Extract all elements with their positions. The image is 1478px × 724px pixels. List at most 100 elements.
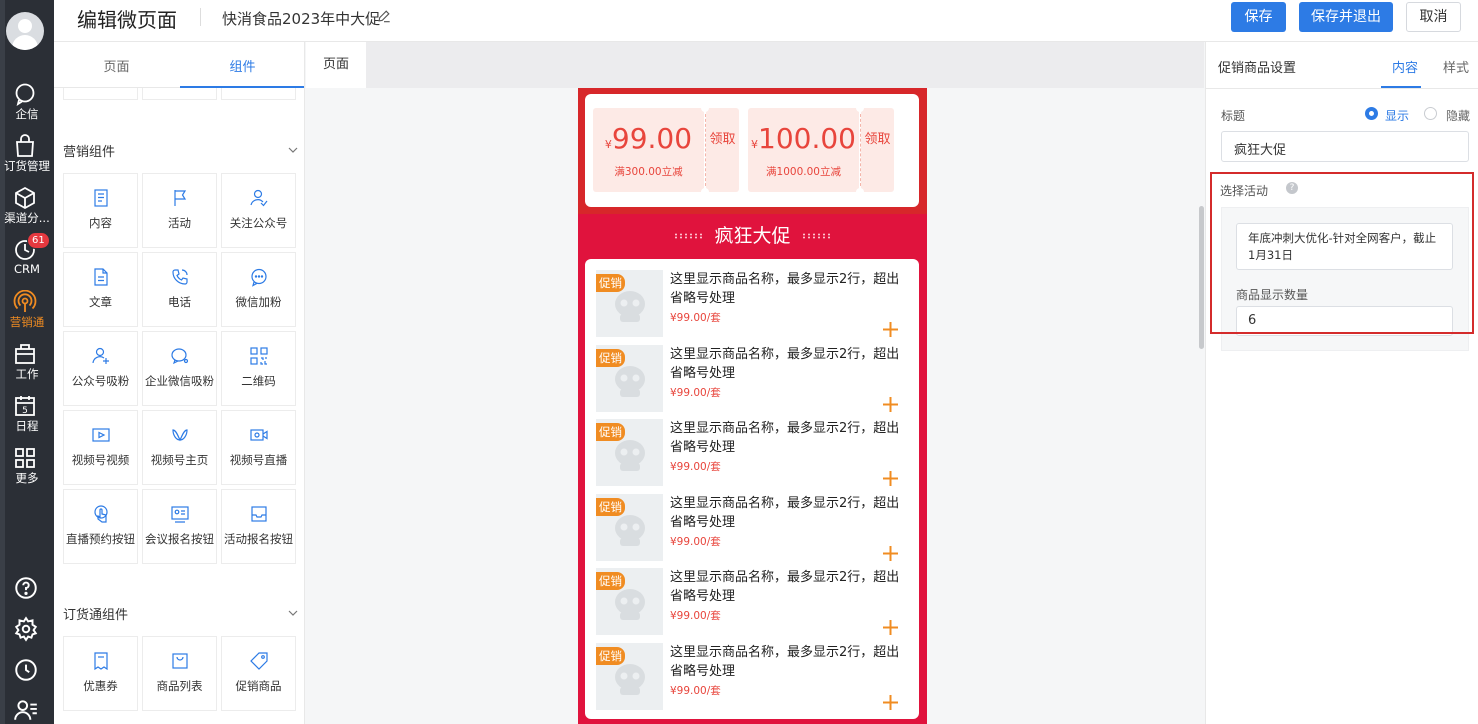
plus-icon[interactable] (882, 694, 899, 711)
chevron-down-icon[interactable] (287, 607, 299, 619)
help-icon[interactable] (13, 575, 39, 601)
promo-badge: 促销 (596, 646, 625, 665)
coupon-card: ¥99.00 满300.00立减 领取 ¥100.00 满1000.00立减 领… (585, 94, 919, 207)
component-sidebar: 页面 组件 营销组件 内容 活动 关注公众号 文章 电话 微信加粉 公众号吸粉 … (54, 42, 305, 724)
coupon-module[interactable]: ¥99.00 满300.00立减 领取 ¥100.00 满1000.00立减 领… (578, 88, 927, 214)
nav-item-more[interactable]: 更多 (0, 442, 54, 490)
broadcast-icon (13, 290, 37, 312)
coupon-condition: 满300.00立减 (614, 166, 683, 178)
nav-item-marketing[interactable]: 营销通 (0, 286, 54, 334)
product-item[interactable]: 促销 这里显示商品名称，最多显示2行，超出省略号处理 ¥99.00/套 (585, 259, 919, 337)
article-icon (94, 268, 108, 286)
panel-title: 促销商品设置 (1218, 61, 1297, 76)
coupon[interactable]: ¥99.00 满300.00立减 领取 (593, 104, 739, 196)
promo-badge: 促销 (596, 348, 625, 367)
tab-style[interactable]: 样式 (1443, 57, 1469, 76)
decor-dots (675, 233, 702, 239)
document-icon (94, 189, 108, 207)
history-icon[interactable] (13, 657, 39, 683)
product-price: ¥99.00/套 (670, 535, 721, 548)
coupon-icon (94, 652, 108, 671)
component-tile[interactable]: 文章 (63, 252, 138, 327)
promo-product-list[interactable]: 促销 这里显示商品名称，最多显示2行，超出省略号处理 ¥99.00/套 促销 这里显示商… (585, 259, 919, 719)
edit-icon[interactable] (377, 9, 391, 23)
tab-components[interactable]: 组件 (180, 56, 304, 75)
tile-stub (142, 88, 217, 100)
coupon-amount: ¥100.00 (751, 122, 856, 155)
contacts-icon[interactable] (13, 697, 39, 723)
canvas-tab-page[interactable]: 页面 (306, 42, 366, 88)
product-item[interactable]: 促销 这里显示商品名称，最多显示2行，超出省略号处理 ¥99.00/套 (585, 557, 919, 635)
coupon[interactable]: ¥100.00 满1000.00立减 领取 (748, 104, 894, 196)
radio-hide[interactable] (1424, 107, 1437, 120)
component-tile[interactable]: 视频号视频 (63, 410, 138, 485)
component-tile[interactable]: 促销商品 (221, 636, 296, 711)
component-tile[interactable]: 微信加粉 (221, 252, 296, 327)
settings-icon[interactable] (13, 616, 39, 642)
promo-badge: 促销 (596, 274, 625, 292)
live-camera-icon (250, 429, 268, 441)
grid-icon (15, 448, 35, 468)
channels-icon (172, 429, 188, 442)
notification-badge: 61 (27, 232, 50, 249)
tile-stub (63, 88, 138, 100)
inbox-icon (251, 506, 267, 522)
calendar-icon: 5 (15, 396, 35, 416)
component-tile[interactable]: 关注公众号 (221, 173, 296, 248)
component-tile[interactable]: 活动报名按钮 (221, 489, 296, 564)
canvas-scrollbar[interactable] (1199, 206, 1204, 349)
nav-item-work[interactable]: 工作 (0, 338, 54, 386)
title-input[interactable]: 疯狂大促 (1221, 131, 1469, 162)
nav-item-qixin[interactable]: 企信 (0, 78, 54, 126)
component-tile[interactable]: 视频号直播 (221, 410, 296, 485)
radio-show-label[interactable]: 显示 (1385, 107, 1409, 124)
top-header: 编辑微页面 快消食品2023年中大促 保存 保存并退出 取消 (54, 0, 1478, 42)
nav-item-channel[interactable]: 渠道分... (0, 182, 54, 230)
save-exit-button[interactable]: 保存并退出 (1299, 2, 1393, 32)
wechat-bubble-icon (251, 268, 267, 287)
radio-show[interactable] (1365, 107, 1378, 120)
cube-icon (15, 186, 35, 210)
product-item[interactable]: 促销 这里显示商品名称，最多显示2行，超出省略号处理 ¥99.00/套 (585, 632, 919, 710)
component-tile[interactable]: 优惠券 (63, 636, 138, 711)
component-tile[interactable]: 公众号吸粉 (63, 331, 138, 406)
nav-item-schedule[interactable]: 5 日程 (0, 390, 54, 438)
cancel-button[interactable]: 取消 (1406, 2, 1461, 32)
nav-item-crm[interactable]: 61 CRM (0, 232, 54, 282)
avatar[interactable] (6, 12, 44, 50)
product-item[interactable]: 促销 这里显示商品名称，最多显示2行，超出省略号处理 ¥99.00/套 (585, 334, 919, 412)
chevron-down-icon[interactable] (287, 144, 299, 156)
component-tile[interactable]: 电话 (142, 252, 217, 327)
component-tile[interactable]: 内容 (63, 173, 138, 248)
editor-canvas: 页面 ¥99.00 满300.00立减 领取 ¥100.00 满1000.00立… (306, 42, 1204, 724)
sidebar-tabs: 页面 组件 (54, 42, 304, 88)
component-tile[interactable]: 商品列表 (142, 636, 217, 711)
phone-preview: ¥99.00 满300.00立减 领取 ¥100.00 满1000.00立减 领… (578, 88, 927, 724)
product-name: 这里显示商品名称，最多显示2行，超出省略号处理 (670, 272, 900, 306)
product-price: ¥99.00/套 (670, 610, 721, 622)
component-tile[interactable]: 二维码 (221, 331, 296, 406)
component-tile[interactable]: 直播预约按钮 (63, 489, 138, 564)
product-item[interactable]: 促销 这里显示商品名称，最多显示2行，超出省略号处理 ¥99.00/套 (585, 408, 919, 486)
product-item[interactable]: 促销 这里显示商品名称，最多显示2行，超出省略号处理 ¥99.00/套 (585, 483, 919, 561)
save-button[interactable]: 保存 (1231, 2, 1286, 32)
product-name: 这里显示商品名称，最多显示2行，超出省略号处理 (670, 644, 900, 679)
nav-item-order[interactable]: 订货管理 (0, 130, 54, 178)
tab-page[interactable]: 页面 (54, 56, 179, 75)
component-tile[interactable]: 会议报名按钮 (142, 489, 217, 564)
component-tile[interactable]: 企业微信吸粉 (142, 331, 217, 406)
claim-button[interactable]: 领取 (861, 130, 894, 149)
claim-button[interactable]: 领取 (706, 130, 739, 149)
promo-badge: 促销 (596, 497, 625, 516)
tab-content[interactable]: 内容 (1392, 57, 1418, 76)
component-tile[interactable]: 视频号主页 (142, 410, 217, 485)
divider (1206, 88, 1478, 89)
canvas-tabbar: 页面 (306, 42, 1204, 88)
component-tile[interactable]: 活动 (142, 173, 217, 248)
page-title: 编辑微页面 (77, 8, 177, 32)
phone-icon (172, 269, 188, 285)
video-icon (92, 428, 110, 442)
radio-hide-label[interactable]: 隐藏 (1446, 107, 1470, 124)
svg-text:5: 5 (22, 406, 28, 416)
product-price: ¥99.00/套 (670, 312, 721, 324)
